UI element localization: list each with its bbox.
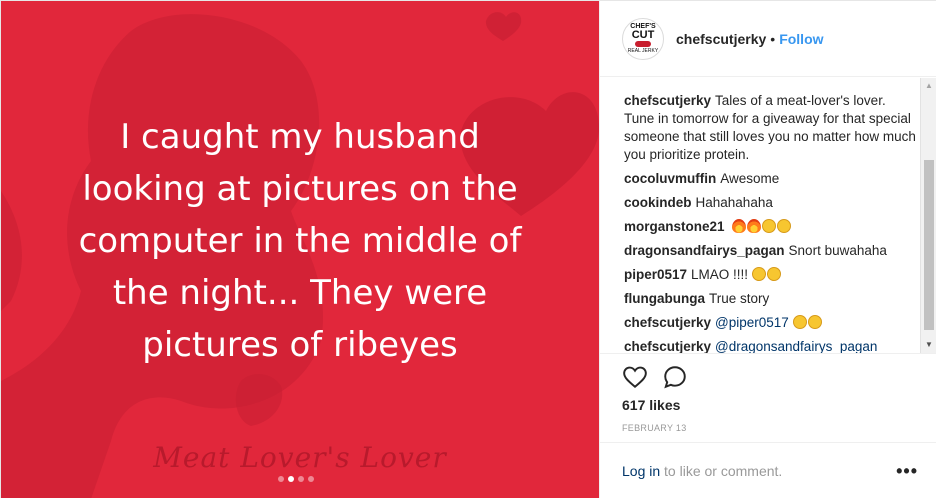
comment-username[interactable]: piper0517	[624, 267, 687, 282]
scroll-up-arrow-icon[interactable]: ▲	[921, 78, 936, 94]
comment-username[interactable]: chefscutjerky	[624, 93, 711, 108]
comment-username[interactable]: morganstone21	[624, 219, 725, 234]
fire-emoji-icon	[732, 219, 747, 233]
follow-button[interactable]: Follow	[779, 31, 823, 47]
comment-icon[interactable]	[662, 364, 688, 395]
comment-mention[interactable]: @dragonsandfairys_pagan	[715, 339, 877, 353]
comment-item: cookindeb Hahahahaha	[624, 194, 918, 212]
carousel-indicator	[278, 476, 314, 482]
comment-text: Snort buwahaha	[788, 243, 887, 258]
tired-emoji-icon	[807, 315, 822, 329]
scroll-down-arrow-icon[interactable]: ▼	[921, 337, 936, 353]
instagram-post: I caught my husband looking at pictures …	[0, 0, 936, 498]
rofl-emoji-icon	[764, 264, 784, 284]
header-username[interactable]: chefscutjerky	[676, 31, 766, 47]
comment-item: dragonsandfairys_pagan Snort buwahaha	[624, 242, 918, 260]
carousel-dot[interactable]	[308, 476, 314, 482]
comments-list[interactable]: chefscutjerky Tales of a meat-lover's lov…	[600, 78, 936, 353]
header-separator: •	[770, 30, 776, 47]
comments-scrollbar[interactable]: ▲ ▼	[920, 78, 936, 353]
quote-line: I caught my husband	[120, 117, 480, 157]
post-quote-text: I caught my husband looking at pictures …	[1, 111, 599, 371]
avatar[interactable]: CHEF'S CUT REAL JERKY	[622, 17, 664, 60]
grin-emoji-icon	[762, 219, 777, 233]
comment-item: piper0517 LMAO !!!!	[624, 264, 918, 284]
comment-item: flungabunga True story	[624, 290, 918, 308]
post-footer: Log in to like or comment. •••	[600, 442, 936, 498]
cow-logo-icon	[635, 41, 651, 47]
post-header: CHEF'S CUT REAL JERKY chefscutjerky • Fo…	[600, 1, 936, 77]
comment-username[interactable]: chefscutjerky	[624, 315, 711, 330]
comment-text: True story	[709, 291, 770, 306]
comment-text: Hahahahaha	[695, 195, 773, 210]
comment-item: chefscutjerky @piper0517	[624, 314, 918, 332]
grin-emoji-icon	[792, 315, 807, 329]
comment-caption: chefscutjerky Tales of a meat-lover's lov…	[624, 92, 918, 164]
comment-mention[interactable]: @piper0517	[715, 315, 789, 330]
login-prompt-text: to like or comment.	[660, 463, 783, 479]
comment-username[interactable]: dragonsandfairys_pagan	[624, 243, 785, 258]
comment-item: chefscutjerky @dragonsandfairys_pagan	[624, 338, 918, 353]
avatar-text-line2: CUT	[631, 29, 655, 41]
carousel-dot[interactable]	[278, 476, 284, 482]
carousel-dot-active[interactable]	[288, 476, 294, 482]
comment-item: cocoluvmuffin Awesome	[624, 170, 918, 188]
comment-text: Awesome	[720, 171, 780, 186]
likes-count[interactable]: 617 likes	[622, 397, 680, 413]
quote-line: looking at pictures on the	[82, 169, 518, 209]
post-date: FEBRUARY 13	[622, 423, 687, 433]
comment-username[interactable]: flungabunga	[624, 291, 705, 306]
quote-line: the night... They were	[112, 273, 488, 313]
post-signature: Meat Lover's Lover	[153, 441, 447, 474]
quote-line: pictures of ribeyes	[142, 325, 458, 365]
post-image[interactable]: I caught my husband looking at pictures …	[1, 1, 599, 498]
grin-emoji-icon	[777, 219, 792, 233]
fire-emoji-icon	[747, 219, 762, 233]
heart-icon[interactable]	[622, 364, 648, 395]
comment-username[interactable]: cocoluvmuffin	[624, 171, 716, 186]
comment-username[interactable]: chefscutjerky	[624, 339, 711, 353]
rofl-emoji-icon	[749, 264, 769, 284]
comment-item: morganstone21	[624, 218, 918, 236]
post-side-panel: CHEF'S CUT REAL JERKY chefscutjerky • Fo…	[599, 1, 936, 498]
more-icon[interactable]: •••	[896, 462, 918, 480]
comment-username[interactable]: cookindeb	[624, 195, 692, 210]
login-link[interactable]: Log in	[622, 463, 660, 479]
carousel-dot[interactable]	[298, 476, 304, 482]
avatar-text-line3: REAL JERKY	[627, 48, 659, 54]
post-actions	[600, 353, 936, 395]
comment-text: LMAO !!!!	[691, 267, 749, 282]
scrollbar-thumb[interactable]	[924, 160, 934, 330]
login-prompt: Log in to like or comment.	[622, 463, 782, 479]
quote-line: computer in the middle of	[78, 221, 522, 261]
